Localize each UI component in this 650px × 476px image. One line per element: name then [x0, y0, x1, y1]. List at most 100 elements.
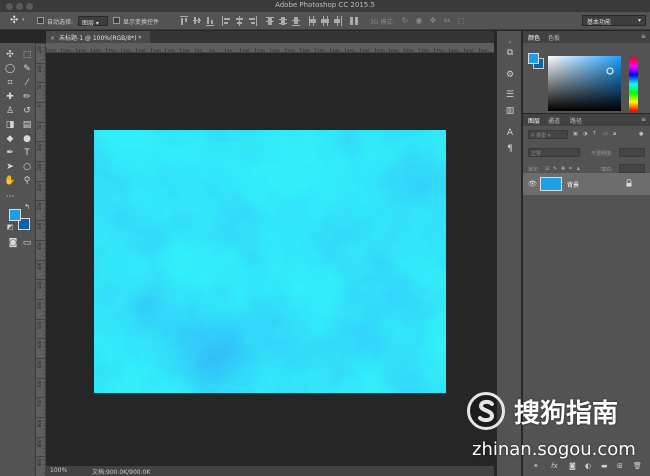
layers-panel-menu-icon[interactable]: ≡ — [641, 116, 646, 123]
ruler-tick-label: 100 — [242, 49, 250, 53]
ruler-tick-label: 450 — [37, 281, 42, 289]
ruler-tick-label: 150 — [167, 49, 175, 53]
auto-align-layers-icon[interactable] — [350, 16, 358, 26]
layer-kind-filter[interactable]: ⚲ 类型 ▾ — [528, 130, 568, 139]
dodge-tool-icon[interactable]: ● — [20, 133, 34, 145]
fill-label: 填充: — [601, 167, 613, 173]
brush-presets-panel-icon[interactable]: ▥ — [504, 105, 516, 117]
paragraph-panel-icon[interactable]: ¶ — [504, 143, 516, 155]
tab-swatches[interactable]: 色板 — [548, 33, 560, 42]
distribute-right-icon[interactable] — [334, 16, 342, 26]
hue-slider[interactable] — [629, 57, 638, 111]
layer-visibility-eye-icon[interactable]: 👁︎ — [528, 180, 537, 188]
3d-slide-icon[interactable]: ⇔ — [442, 16, 452, 26]
3d-roll-icon[interactable]: ◉ — [414, 16, 424, 26]
move-tool-icon[interactable]: ✣ — [10, 16, 18, 26]
auto-select-checkbox[interactable] — [37, 17, 44, 24]
filter-shape-icon[interactable]: ▭ — [603, 131, 608, 137]
distribute-horizontal-center-icon[interactable] — [321, 16, 329, 26]
more-tools-icon[interactable]: ⋯ — [3, 191, 17, 203]
type-tool-icon[interactable]: T — [20, 147, 34, 159]
swap-colors-icon[interactable]: ↰ — [20, 201, 34, 213]
zoom-tool-icon[interactable]: ⚲ — [20, 175, 34, 187]
lasso-tool-icon[interactable]: ◯ — [3, 63, 17, 75]
lock-all-icon[interactable]: 🔒︎ — [577, 166, 580, 172]
eyedropper-tool-icon[interactable]: ⁄ — [20, 77, 34, 89]
path-selection-tool-icon[interactable]: ➤ — [3, 161, 17, 173]
3d-pan-icon[interactable]: ✥ — [428, 16, 438, 26]
pen-tool-icon[interactable]: ✒ — [3, 147, 17, 159]
tool-preset-chevron-icon[interactable]: ▾ — [22, 17, 25, 23]
3d-rotate-icon[interactable]: ↻ — [400, 16, 410, 26]
distribute-left-icon[interactable] — [308, 16, 316, 26]
distribute-bottom-icon[interactable] — [292, 16, 300, 26]
document-canvas[interactable] — [94, 130, 446, 393]
crop-tool-icon[interactable]: ⌗ — [3, 77, 17, 89]
ruler-tick-label: 650 — [406, 49, 414, 53]
quick-selection-tool-icon[interactable]: ✎ — [20, 63, 34, 75]
screen-mode-icon[interactable]: ▭ — [20, 237, 34, 249]
watermark-brand: 搜狗指南 — [514, 399, 619, 429]
eraser-tool-icon[interactable]: ◨ — [3, 119, 17, 131]
filter-smart-object-icon[interactable]: ⧈ — [613, 131, 616, 137]
clone-stamp-tool-icon[interactable]: ♙ — [3, 105, 17, 117]
opacity-field[interactable] — [619, 148, 645, 157]
lock-image-icon[interactable]: ✎ — [553, 166, 557, 172]
workspace-chevron-icon: ▾ — [637, 17, 641, 24]
close-tab-icon[interactable]: × — [50, 35, 55, 42]
tab-channels[interactable]: 通道 — [548, 116, 560, 125]
distribute-top-icon[interactable] — [266, 16, 274, 26]
tab-color[interactable]: 颜色 — [528, 33, 540, 42]
blur-tool-icon[interactable]: ◆ — [3, 133, 17, 145]
marquee-tool-icon[interactable]: ⬚ — [20, 49, 34, 61]
filter-adjustment-icon[interactable]: ◑ — [583, 131, 587, 137]
fill-field[interactable] — [619, 164, 645, 173]
healing-brush-tool-icon[interactable]: ✚ — [3, 91, 17, 103]
blend-mode-dropdown[interactable]: 正常 — [528, 148, 580, 157]
align-top-icon[interactable] — [180, 16, 188, 26]
workspace-label: 基本功能 — [587, 19, 612, 26]
align-left-icon[interactable] — [222, 16, 230, 26]
tab-layers[interactable]: 图层 — [528, 116, 540, 125]
document-tab[interactable]: × 未标题-1 @ 100%(RGB/8*) * — [46, 31, 150, 43]
color-picker-field[interactable] — [548, 56, 621, 111]
brush-tool-icon[interactable]: ✏ — [20, 91, 34, 103]
layer-name: 背景 — [567, 182, 580, 189]
align-right-icon[interactable] — [248, 16, 257, 26]
character-panel-icon[interactable]: A — [504, 127, 516, 139]
align-vertical-center-icon[interactable] — [193, 16, 201, 26]
workspace-dropdown[interactable]: 基本功能 ▾ — [582, 15, 646, 26]
distribute-vertical-center-icon[interactable] — [279, 16, 287, 26]
ruler-tick-label: 900 — [481, 49, 489, 53]
ruler-tick-label: 0 — [212, 49, 215, 53]
align-horizontal-center-icon[interactable] — [235, 16, 243, 26]
auto-select-dropdown[interactable]: 图层 ▾ — [78, 16, 108, 27]
lock-artboard-icon[interactable]: ⌗ — [569, 166, 572, 172]
history-panel-icon[interactable]: ⧉ — [504, 47, 516, 59]
filter-type-icon[interactable]: T — [593, 131, 596, 137]
move-tool-icon[interactable]: ✣ — [3, 49, 17, 61]
clouds-render — [94, 130, 446, 393]
zoom-level[interactable]: 100% — [50, 467, 67, 474]
filter-toggle-icon[interactable]: ● — [639, 131, 643, 137]
foreground-color-swatch[interactable] — [9, 209, 21, 221]
color-panel-menu-icon[interactable]: ≡ — [641, 33, 646, 40]
panel-foreground-swatch[interactable] — [528, 53, 539, 64]
hand-tool-icon[interactable]: ✋ — [3, 175, 17, 187]
properties-panel-icon[interactable]: ⚙ — [504, 69, 516, 81]
gradient-tool-icon[interactable]: ▤ — [20, 119, 34, 131]
align-bottom-icon[interactable] — [206, 16, 214, 26]
filter-pixel-icon[interactable]: ▣ — [573, 131, 578, 137]
quick-mask-icon[interactable]: ◙ — [6, 237, 20, 249]
history-brush-tool-icon[interactable]: ↺ — [20, 105, 34, 117]
lock-position-icon[interactable]: ✥ — [561, 166, 565, 172]
document-info[interactable]: 文档:900.0K/900.0K — [92, 467, 150, 476]
lock-transparent-icon[interactable]: ⊡ — [545, 166, 549, 172]
ellipse-tool-icon[interactable]: ○ — [20, 161, 34, 173]
layer-row[interactable]: 👁︎ 背景 — [523, 173, 650, 195]
show-transform-checkbox[interactable] — [113, 17, 120, 24]
tab-paths[interactable]: 路径 — [570, 116, 582, 125]
3d-scale-icon[interactable]: ⬚ — [456, 16, 466, 26]
adjustments-panel-icon[interactable]: ☰ — [504, 89, 516, 101]
default-colors-icon[interactable]: ◩ — [3, 221, 17, 233]
